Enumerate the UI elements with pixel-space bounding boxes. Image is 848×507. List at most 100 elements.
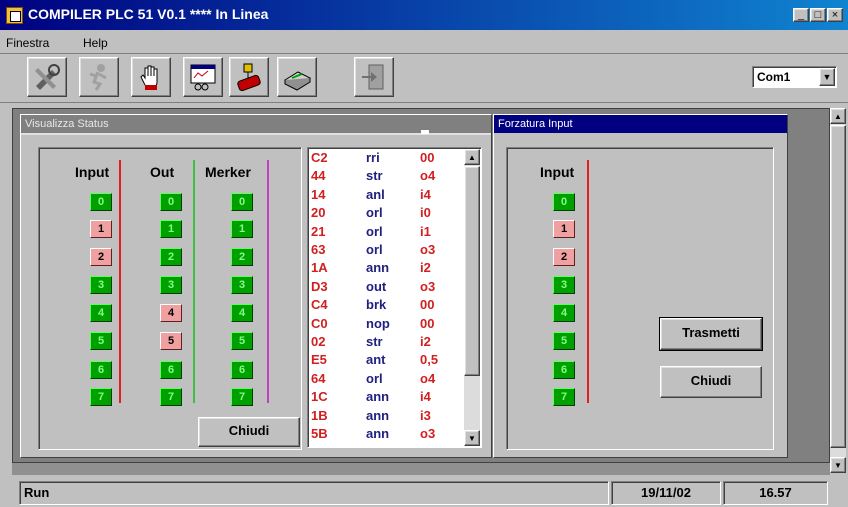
listing-operand: 00	[420, 297, 435, 313]
main-scrollbar[interactable]: ▲ ▼	[830, 108, 846, 473]
listing-scroll-down-icon[interactable]: ▼	[464, 430, 480, 446]
maximize-button[interactable]: □	[810, 8, 826, 22]
listing-operand: o3	[420, 278, 436, 294]
listing-operand: o3	[420, 242, 436, 257]
exit-door-icon	[362, 64, 384, 90]
listing-opcode: anl	[366, 186, 385, 202]
force-bit-2[interactable]: 2	[553, 248, 575, 266]
print-tool-button[interactable]	[277, 57, 317, 97]
listing-opcode: orl	[366, 370, 383, 386]
exit-tool-button[interactable]	[354, 57, 394, 97]
out-line	[193, 160, 195, 403]
listing-address: 21	[311, 223, 326, 239]
out-bit-2: 2	[160, 248, 182, 266]
settings-tool-button[interactable]	[27, 57, 67, 97]
force-bit-5[interactable]: 5	[553, 332, 575, 350]
stop-hand-tool-button[interactable]	[131, 57, 171, 97]
force-bit-7[interactable]: 7	[553, 388, 575, 406]
listing-row[interactable]: 02 str i2	[308, 335, 463, 349]
listing-scrollbar[interactable]: ▲ ▼	[464, 149, 480, 446]
force-bit-1[interactable]: 1	[553, 220, 575, 238]
force-bit-4[interactable]: 4	[553, 304, 575, 322]
listing-row[interactable]: 1C ann i4	[308, 390, 463, 404]
listing-operand: 0,5	[420, 352, 439, 368]
listing-row[interactable]: 64 orl o4	[308, 370, 463, 386]
listing-opcode: orl	[366, 242, 383, 257]
app-icon	[6, 7, 23, 24]
listing-opcode: brk	[366, 297, 387, 313]
listing-row[interactable]: 14 anl i4	[308, 186, 463, 202]
input-bit-2: 2	[90, 248, 112, 266]
listing-opcode: ann	[366, 426, 390, 441]
listing-row[interactable]: C2 rri 00	[308, 151, 463, 165]
listing-opcode: str	[366, 334, 383, 349]
force-bit-0[interactable]: 0	[553, 193, 575, 211]
out-bit-3: 3	[160, 276, 182, 294]
listing-opcode: nop	[366, 315, 390, 331]
out-bit-0: 0	[160, 193, 182, 211]
runner-icon	[89, 64, 107, 91]
force-bit-6[interactable]: 6	[553, 361, 575, 379]
merker-bit-2: 2	[231, 248, 253, 266]
listing-row[interactable]: 44 str o4	[308, 169, 463, 183]
listing-opcode: out	[366, 278, 387, 294]
listing-row[interactable]: C4 brk 00	[308, 298, 463, 312]
listing-operand: i4	[420, 389, 431, 405]
listing-address: C4	[311, 297, 328, 313]
listing-address: C0	[311, 315, 328, 331]
chevron-down-icon[interactable]: ▼	[819, 68, 835, 86]
listing-row[interactable]: D3 out o3	[308, 278, 463, 294]
send-button[interactable]: Trasmetti	[659, 317, 763, 351]
status-date: 19/11/02	[611, 481, 721, 505]
program-listing[interactable]: C2 rri 00 44 str o4 14 anl i4 20 orl i0 21 orl i1 63 orl…	[307, 147, 482, 448]
scroll-down-icon[interactable]: ▼	[830, 457, 846, 473]
listing-address: D3	[311, 278, 328, 294]
listing-scroll-up-icon[interactable]: ▲	[464, 149, 480, 165]
print-icon	[283, 71, 312, 91]
listing-row[interactable]: 63 orl o3	[308, 243, 463, 257]
status-mode: Run	[19, 481, 609, 505]
listing-address: E5	[311, 352, 327, 368]
listing-operand: i2	[420, 260, 431, 276]
title-marker	[421, 130, 429, 134]
listing-row[interactable]: C0 nop 00	[308, 315, 463, 331]
close-button[interactable]: ×	[827, 8, 843, 22]
listing-opcode: ann	[366, 407, 390, 423]
force-input-line	[587, 160, 589, 403]
minimize-button[interactable]: _	[793, 8, 809, 22]
input-bit-6: 6	[90, 361, 112, 379]
horizontal-scroll-track	[12, 463, 830, 475]
listing-row[interactable]: 20 orl i0	[308, 206, 463, 220]
listing-row[interactable]: 5B ann o3	[308, 427, 463, 441]
merker-line	[267, 160, 269, 403]
window-title: COMPILER PLC 51 V0.1 **** In Linea	[28, 6, 269, 22]
listing-row[interactable]: 21 orl i1	[308, 223, 463, 239]
force-close-button[interactable]: Chiudi	[660, 366, 762, 398]
listing-row[interactable]: 1A ann i2	[308, 261, 463, 275]
scroll-thumb[interactable]	[830, 125, 846, 448]
listing-operand: o4	[420, 168, 436, 184]
listing-address: 63	[311, 242, 326, 257]
listing-row[interactable]: 1B ann i3	[308, 407, 463, 423]
tools-icon	[35, 64, 60, 90]
monitor-tool-button[interactable]	[183, 57, 223, 97]
status-close-button[interactable]: Chiudi	[198, 417, 300, 447]
menu-finestra[interactable]: Finestra	[6, 36, 49, 50]
merker-bit-7: 7	[231, 388, 253, 406]
listing-address: 20	[311, 205, 326, 221]
input-bit-3: 3	[90, 276, 112, 294]
force-bit-3[interactable]: 3	[553, 276, 575, 294]
listing-scroll-thumb[interactable]	[464, 166, 480, 376]
listing-address: C2	[311, 150, 328, 165]
listing-opcode: orl	[366, 223, 383, 239]
listing-address: 1C	[311, 389, 328, 405]
force-window-title: Forzatura Input	[494, 115, 787, 133]
run-tool-button[interactable]	[79, 57, 119, 97]
scroll-up-icon[interactable]: ▲	[830, 108, 846, 124]
plc-tool-button[interactable]	[229, 57, 269, 97]
listing-operand: 00	[420, 150, 435, 165]
menu-help[interactable]: Help	[83, 36, 108, 50]
listing-row[interactable]: E5 ant 0,5	[308, 353, 463, 367]
listing-address: 1A	[311, 260, 328, 276]
com-port-select[interactable]: Com1 ▼	[752, 66, 837, 88]
